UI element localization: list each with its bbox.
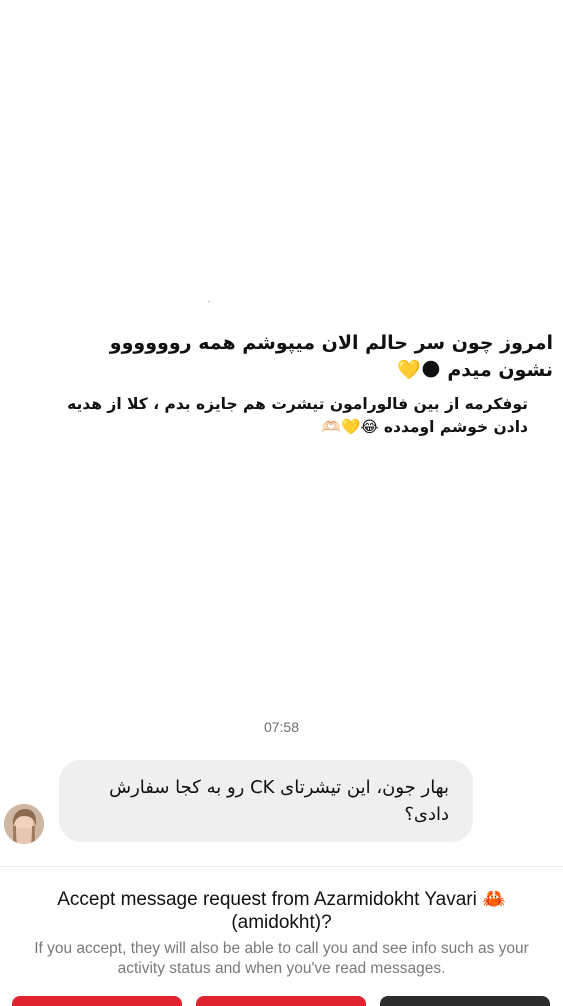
story-caption-line-2: توفکرمه از بین فالورامون تیشرت هم جایزه … [67,395,528,436]
story-dot-mark: ˏ [206,292,211,303]
block-button[interactable] [12,996,182,1006]
incoming-message-row: بهار جون، این تیشرتای CK رو به کجا سفارش… [0,760,563,850]
message-text: بهار جون، این تیشرتای CK رو به کجا سفارش… [109,777,449,825]
message-request-panel: Accept message request from Azarmidokht … [0,866,563,1001]
accept-button[interactable] [380,996,550,1006]
message-timestamp: 07:58 [263,719,300,735]
request-actions [0,996,563,1006]
request-subtitle: If you accept, they will also be able to… [34,940,529,977]
delete-button[interactable] [196,996,366,1006]
story-caption-line-1: امروز چون سر حالم الان میپوشم همه رووووو… [109,332,553,381]
message-bubble[interactable]: بهار جون، این تیشرتای CK رو به کجا سفارش… [59,760,473,842]
avatar[interactable] [4,804,44,844]
request-title: Accept message request from Azarmidokht … [57,889,506,933]
profile-photo-icon [4,804,44,844]
story-reply-preview: ˏ امروز چون سر حالم الان میپوشم همه رووو… [0,0,563,700]
